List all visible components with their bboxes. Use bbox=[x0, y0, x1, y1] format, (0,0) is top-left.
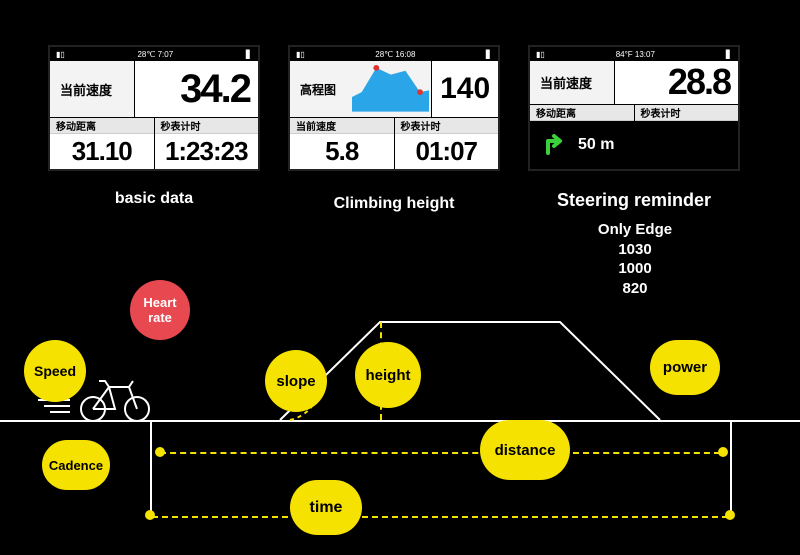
bicycle-icon bbox=[75, 373, 155, 423]
status-temp-time: 28℃ 16:08 bbox=[375, 50, 415, 59]
status-temp-time: 28℃ 7:07 bbox=[137, 50, 173, 59]
bubble-cadence: Cadence bbox=[42, 440, 110, 490]
battery-icon: ▮▯ bbox=[536, 50, 545, 59]
signal-icon: ▋ bbox=[726, 50, 732, 59]
vline-right bbox=[730, 420, 732, 515]
ballend-right bbox=[725, 510, 735, 520]
screen-basic-data: ▮▯ 28℃ 7:07 ▋ 当前速度 34.2 移动距离 31.10 秒表计时 … bbox=[48, 45, 260, 171]
bubble-speed: Speed bbox=[24, 340, 86, 402]
battery-icon: ▮▯ bbox=[296, 50, 305, 59]
distance-ball-right bbox=[718, 447, 728, 457]
ballend-left bbox=[145, 510, 155, 520]
speed-cell: 当前速度 5.8 bbox=[290, 118, 394, 169]
navigation-row: 50 m bbox=[530, 121, 738, 169]
elevation-chart-label: 高程图 bbox=[290, 61, 432, 117]
current-speed-label: 当前速度 bbox=[530, 61, 615, 104]
battery-icon: ▮▯ bbox=[56, 50, 65, 59]
distance-cell: 移动距离 31.10 bbox=[50, 118, 154, 169]
timer-label-cell: 秒表计时 bbox=[634, 105, 739, 122]
current-speed-value: 28.8 bbox=[615, 61, 738, 104]
caption-steering-reminder: Steering reminder bbox=[528, 190, 740, 211]
bottom-row: 移动距离 31.10 秒表计时 1:23:23 bbox=[50, 118, 258, 169]
time-span-line bbox=[152, 516, 728, 518]
screen-steering-reminder: ▮▯ 84°F 13:07 ▋ 当前速度 28.8 移动距离 秒表计时 50 m bbox=[528, 45, 740, 171]
bottom-row: 当前速度 5.8 秒表计时 01:07 bbox=[290, 118, 498, 169]
bubble-slope: slope bbox=[265, 350, 327, 412]
caption-climbing-height: Climbing height bbox=[288, 195, 500, 213]
distance-ball-left bbox=[155, 447, 165, 457]
caption-basic-data: basic data bbox=[48, 190, 260, 208]
vline-left bbox=[150, 420, 152, 515]
current-speed-value: 34.2 bbox=[135, 61, 258, 117]
status-bar: ▮▯ 28℃ 16:08 ▋ bbox=[290, 47, 498, 61]
timer-cell: 秒表计时 01:07 bbox=[394, 118, 499, 169]
elevation-row: 高程图 140 bbox=[290, 61, 498, 118]
timer-cell: 秒表计时 1:23:23 bbox=[154, 118, 259, 169]
elevation-value: 140 bbox=[432, 61, 498, 117]
bubble-height: height bbox=[355, 342, 421, 408]
turn-right-icon bbox=[540, 131, 568, 159]
bubble-distance: distance bbox=[480, 420, 570, 480]
distance-span-line bbox=[160, 452, 720, 454]
status-bar: ▮▯ 84°F 13:07 ▋ bbox=[530, 47, 738, 61]
elevation-chart-icon bbox=[352, 63, 430, 112]
status-bar: ▮▯ 28℃ 7:07 ▋ bbox=[50, 47, 258, 61]
top-row: 当前速度 34.2 bbox=[50, 61, 258, 118]
bubble-time: time bbox=[290, 480, 362, 535]
mid-labels: 移动距离 秒表计时 bbox=[530, 105, 738, 122]
top-row: 当前速度 28.8 bbox=[530, 61, 738, 105]
status-temp-time: 84°F 13:07 bbox=[616, 50, 655, 59]
nav-distance: 50 m bbox=[578, 136, 614, 154]
signal-icon: ▋ bbox=[246, 50, 252, 59]
distance-label-cell: 移动距离 bbox=[530, 105, 634, 122]
metrics-diagram: Speed Heart rate Cadence slope height ti… bbox=[0, 270, 800, 555]
screen-climbing-height: ▮▯ 28℃ 16:08 ▋ 高程图 140 当前速度 5.8 秒表计时 bbox=[288, 45, 500, 171]
current-speed-label: 当前速度 bbox=[50, 61, 135, 117]
bubble-heart-rate: Heart rate bbox=[130, 280, 190, 340]
screens-row: ▮▯ 28℃ 7:07 ▋ 当前速度 34.2 移动距离 31.10 秒表计时 … bbox=[48, 45, 740, 171]
signal-icon: ▋ bbox=[486, 50, 492, 59]
bubble-power: power bbox=[650, 340, 720, 395]
